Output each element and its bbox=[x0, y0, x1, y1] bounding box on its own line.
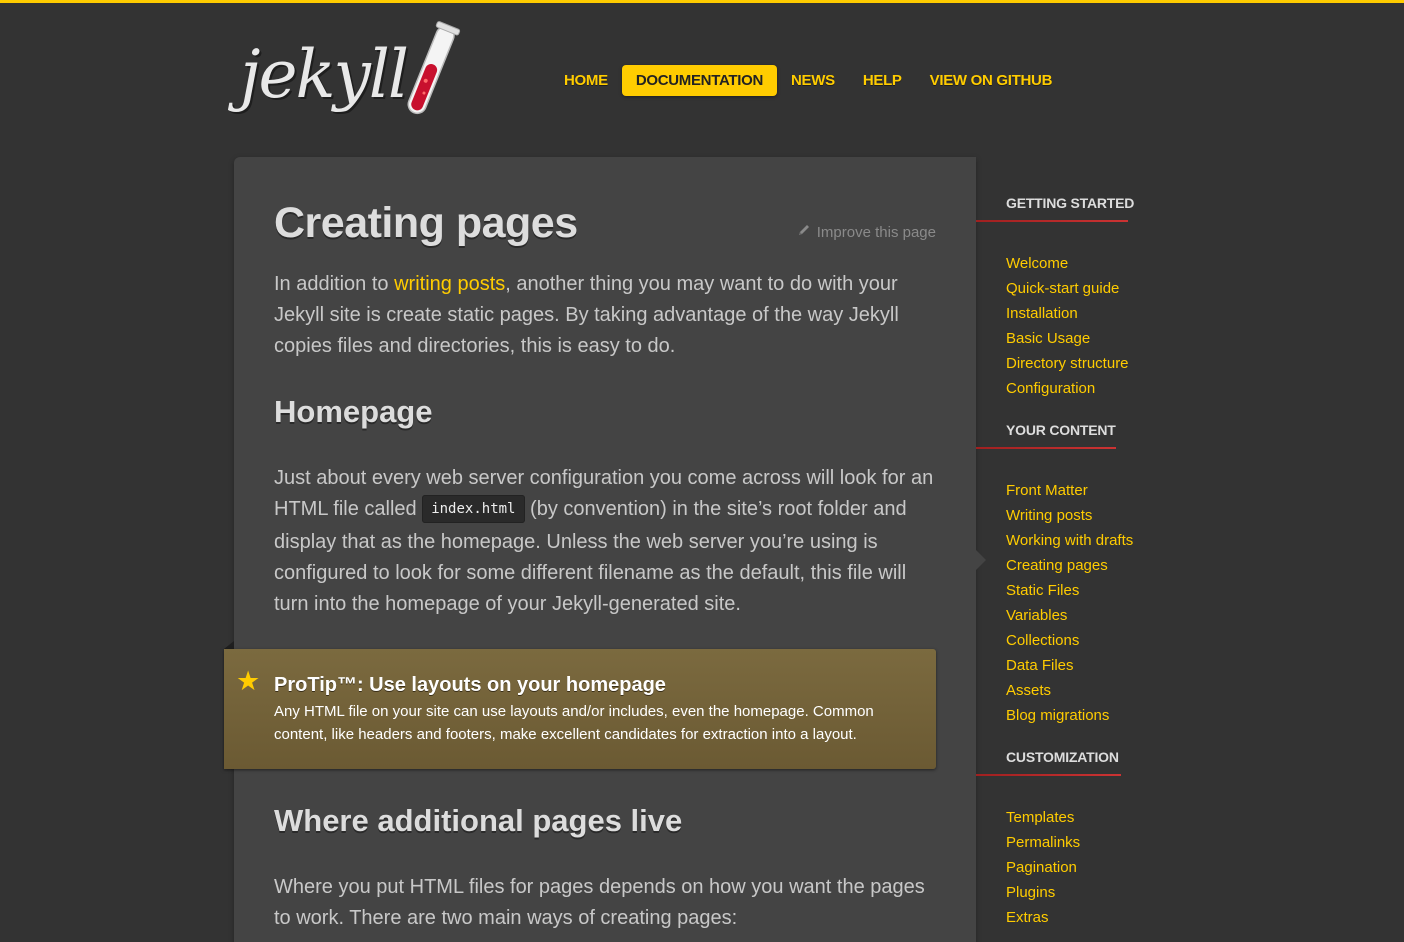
protip-fold bbox=[224, 641, 234, 649]
sidebar-heading-rule bbox=[976, 447, 1116, 449]
page: jekyll HOME DOCUMENTATION NEWS HELP VIEW ON … bbox=[0, 0, 1404, 942]
intro-paragraph: In addition to writing posts, another th… bbox=[274, 269, 939, 362]
sidebar-link-quick-start-guide[interactable]: Quick-start guide bbox=[1006, 276, 1119, 301]
main-nav: HOME DOCUMENTATION NEWS HELP VIEW ON GITHUB bbox=[550, 65, 1066, 96]
star-icon: ★ bbox=[236, 666, 261, 696]
protip-body: Any HTML file on your site can use layou… bbox=[274, 703, 874, 743]
sidebar-link-permalinks[interactable]: Permalinks bbox=[1006, 830, 1080, 855]
improve-page-link[interactable]: Improve this page bbox=[797, 223, 936, 241]
sidebar-link-data-files[interactable]: Data Files bbox=[1006, 653, 1074, 678]
sidebar-heading-rule bbox=[976, 774, 1121, 776]
sidebar-link-welcome[interactable]: Welcome bbox=[1006, 251, 1068, 276]
homepage-heading: Homepage bbox=[274, 394, 433, 429]
page-title: Creating pages bbox=[274, 199, 578, 247]
jekyll-logo[interactable]: jekyll bbox=[240, 20, 480, 120]
sidebar-link-static-files[interactable]: Static Files bbox=[1006, 578, 1079, 603]
protip-note: ★ ProTip™: Use layouts on your homepage … bbox=[224, 649, 936, 769]
nav-news[interactable]: NEWS bbox=[777, 65, 849, 96]
active-page-pointer bbox=[976, 550, 986, 570]
improve-page-label: Improve this page bbox=[816, 223, 936, 241]
sidebar-link-variables[interactable]: Variables bbox=[1006, 603, 1067, 628]
sidebar-link-configuration[interactable]: Configuration bbox=[1006, 376, 1095, 401]
additional-pages-heading: Where additional pages live bbox=[274, 803, 683, 838]
sidebar-heading-customization: CUSTOMIZATION bbox=[1006, 749, 1119, 765]
sidebar-link-collections[interactable]: Collections bbox=[1006, 628, 1079, 653]
additional-pages-paragraph: Where you put HTML files for pages depen… bbox=[274, 876, 925, 929]
writing-posts-link[interactable]: writing posts bbox=[394, 273, 505, 295]
sidebar-link-assets[interactable]: Assets bbox=[1006, 678, 1051, 703]
sidebar-link-writing-posts[interactable]: Writing posts bbox=[1006, 503, 1092, 528]
sidebar-link-front-matter[interactable]: Front Matter bbox=[1006, 478, 1088, 503]
sidebar-link-creating-pages[interactable]: Creating pages bbox=[1006, 553, 1108, 578]
docs-sidebar: GETTING STARTED Welcome Quick-start guide I… bbox=[976, 157, 1226, 942]
sidebar-link-plugins[interactable]: Plugins bbox=[1006, 880, 1055, 905]
sidebar-heading-rule bbox=[976, 220, 1128, 222]
homepage-paragraph: Just about every web server configuratio… bbox=[274, 463, 939, 620]
index-html-code: index.html bbox=[422, 495, 525, 523]
sidebar-heading-getting-started: GETTING STARTED bbox=[1006, 195, 1135, 211]
sidebar-link-directory-structure[interactable]: Directory structure bbox=[1006, 351, 1129, 376]
sidebar-link-blog-migrations[interactable]: Blog migrations bbox=[1006, 703, 1109, 728]
content-card: Creating pages Improve this page In addi… bbox=[234, 157, 976, 942]
sidebar-link-working-with-drafts[interactable]: Working with drafts bbox=[1006, 528, 1133, 553]
sidebar-link-pagination[interactable]: Pagination bbox=[1006, 855, 1077, 880]
nav-home[interactable]: HOME bbox=[550, 65, 622, 96]
nav-documentation[interactable]: DOCUMENTATION bbox=[621, 65, 778, 96]
pencil-icon bbox=[797, 223, 811, 241]
sidebar-link-installation[interactable]: Installation bbox=[1006, 301, 1078, 326]
sidebar-link-basic-usage[interactable]: Basic Usage bbox=[1006, 326, 1090, 351]
sidebar-heading-your-content: YOUR CONTENT bbox=[1006, 422, 1116, 438]
top-accent-bar bbox=[0, 0, 1404, 3]
intro-text-start: In addition to bbox=[274, 273, 395, 295]
nav-help[interactable]: HELP bbox=[849, 65, 916, 96]
test-tube-icon bbox=[407, 21, 461, 115]
sidebar-link-templates[interactable]: Templates bbox=[1006, 805, 1074, 830]
sidebar-link-extras[interactable]: Extras bbox=[1006, 905, 1049, 930]
protip-title: ProTip™: Use layouts on your homepage bbox=[274, 674, 666, 696]
nav-view-on-github[interactable]: VIEW ON GITHUB bbox=[916, 65, 1066, 96]
